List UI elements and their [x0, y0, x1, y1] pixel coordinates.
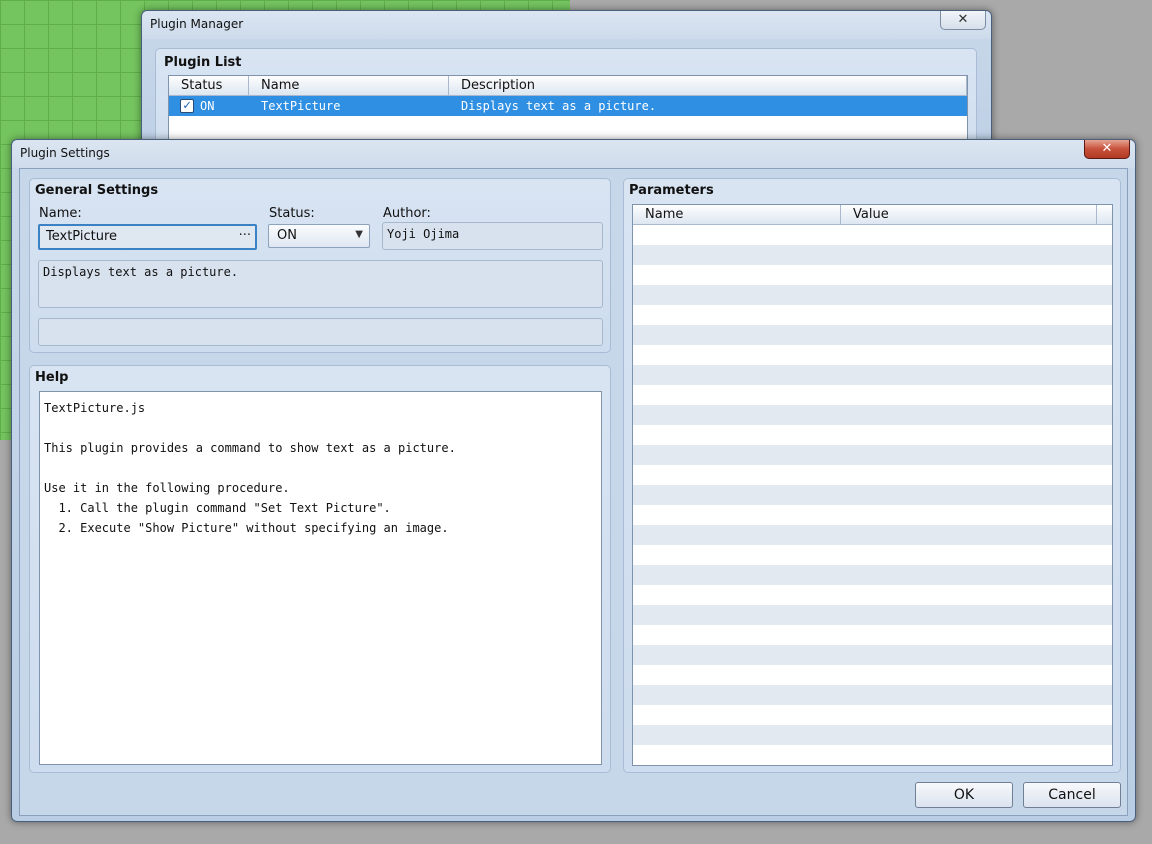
column-name[interactable]: Name: [249, 76, 449, 96]
parameters-title: Parameters: [629, 183, 714, 198]
plugin-settings-titlebar: Plugin Settings: [12, 140, 1135, 168]
parameters-header: Name Value: [633, 205, 1112, 225]
name-field[interactable]: TextPicture ···: [38, 224, 257, 250]
author-label: Author:: [383, 206, 431, 221]
name-value: TextPicture: [46, 229, 117, 244]
cancel-button[interactable]: Cancel: [1023, 782, 1121, 808]
general-settings-title: General Settings: [35, 183, 159, 198]
table-row[interactable]: ✓ ON TextPicture Displays text as a pict…: [169, 96, 967, 116]
plugin-manager-title: Plugin Manager: [150, 17, 244, 31]
plugin-settings-close-button[interactable]: ✕: [1084, 140, 1130, 159]
plugin-list-header: Status Name Description: [169, 76, 967, 96]
ellipsis-icon[interactable]: ···: [239, 228, 251, 243]
row-status: ON: [200, 99, 215, 113]
close-icon: ✕: [1101, 141, 1113, 156]
plugin-settings-window: Plugin Settings ✕ General Settings Name:…: [11, 139, 1136, 822]
description-field[interactable]: Displays text as a picture.: [38, 260, 603, 308]
help-title: Help: [35, 370, 69, 385]
row-description: Displays text as a picture.: [461, 99, 657, 113]
help-text-box[interactable]: TextPicture.js This plugin provides a co…: [39, 391, 602, 765]
status-value: ON: [277, 228, 297, 243]
general-settings-group: General Settings Name: TextPicture ··· S…: [29, 178, 611, 353]
extra-field[interactable]: [38, 318, 603, 346]
column-description[interactable]: Description: [449, 76, 967, 96]
parameters-table[interactable]: Name Value: [632, 204, 1113, 766]
row-name: TextPicture: [261, 99, 341, 113]
chevron-down-icon: ▼: [355, 229, 363, 240]
column-param-value[interactable]: Value: [841, 205, 1097, 225]
parameters-group: Parameters Name Value: [623, 178, 1121, 773]
check-icon[interactable]: ✓: [180, 99, 194, 113]
name-label: Name:: [39, 206, 82, 221]
column-status[interactable]: Status: [169, 76, 249, 96]
close-icon: ✕: [957, 12, 969, 27]
status-label: Status:: [269, 206, 315, 221]
parameters-rows: [633, 225, 1112, 765]
plugin-list-title: Plugin List: [164, 55, 242, 70]
plugin-settings-client: General Settings Name: TextPicture ··· S…: [19, 168, 1128, 816]
plugin-manager-titlebar: Plugin Manager: [142, 11, 991, 39]
ok-button[interactable]: OK: [915, 782, 1013, 808]
author-field[interactable]: Yoji Ojima: [382, 222, 603, 250]
help-group: Help TextPicture.js This plugin provides…: [29, 365, 611, 773]
help-text: TextPicture.js This plugin provides a co…: [44, 401, 456, 535]
status-select[interactable]: ON ▼: [268, 224, 370, 248]
column-param-name[interactable]: Name: [633, 205, 841, 225]
plugin-manager-close-button[interactable]: ✕: [940, 11, 986, 30]
plugin-settings-title: Plugin Settings: [20, 146, 110, 160]
author-value: Yoji Ojima: [387, 227, 460, 241]
description-value: Displays text as a picture.: [43, 265, 239, 279]
